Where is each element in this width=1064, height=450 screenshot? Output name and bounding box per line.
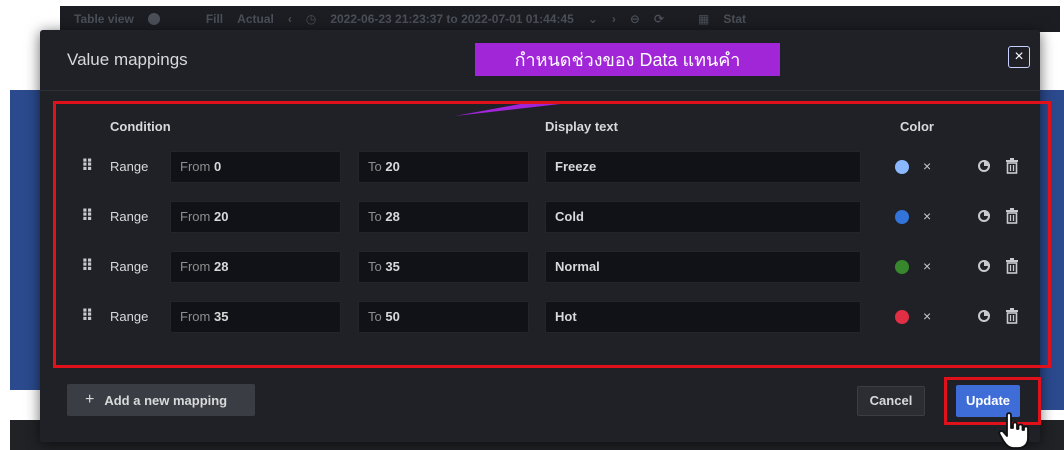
chevron-left-icon: ‹ [287,12,292,26]
condition-type: Range [110,259,149,274]
panel-type-label: Stat [723,12,747,26]
display-text-input[interactable]: Freeze [545,151,861,183]
mapping-row: ⠿ Range From 35 To 50 Hot × [40,301,1040,333]
color-swatch[interactable] [895,210,909,224]
from-prefix: From [180,209,211,224]
condition-type: Range [110,209,149,224]
drag-handle-icon[interactable]: ⠿ [81,259,94,275]
range-to-input[interactable]: To 35 [358,251,529,283]
color-swatch[interactable] [895,260,909,274]
dashboard-panel-left [10,90,44,390]
mapping-row: ⠿ Range From 0 To 20 Freeze × [40,151,1040,183]
clock-icon: ◷ [305,12,317,26]
range-from-input[interactable]: From 20 [170,201,341,233]
range-from-input[interactable]: From 0 [170,151,341,183]
from-value: 20 [213,209,229,224]
chevron-right-icon: › [611,12,616,26]
range-to-input[interactable]: To 50 [358,301,529,333]
drag-handle-icon[interactable]: ⠿ [81,309,94,325]
color-column-header: Color [900,119,934,134]
condition-type: Range [110,309,149,324]
condition-column-header: Condition [110,119,171,134]
add-mapping-button[interactable]: + Add a new mapping [67,384,255,416]
from-prefix: From [180,259,211,274]
dashboard-panel-right [1040,90,1064,410]
to-value: 35 [385,259,400,274]
to-value: 28 [385,209,400,224]
duplicate-icon[interactable] [977,208,991,224]
to-value: 50 [385,309,400,324]
to-prefix: To [368,209,382,224]
stat-panel-icon: ▦ [698,12,710,26]
display-text-input[interactable]: Normal [545,251,861,283]
clear-color-icon[interactable]: × [923,308,931,324]
dashboard-toolbar: Table view Fill Actual ‹ ◷ 2022-06-23 21… [60,6,1060,32]
drag-handle-icon[interactable]: ⠿ [81,209,94,225]
time-range-label: 2022-06-23 21:23:37 to 2022-07-01 01:44:… [330,12,574,26]
range-to-input[interactable]: To 28 [358,201,529,233]
duplicate-icon[interactable] [977,158,991,174]
modal-title: Value mappings [67,50,188,69]
fill-label: Fill [205,12,224,26]
clear-color-icon[interactable]: × [923,258,931,274]
from-prefix: From [180,159,211,174]
clear-color-icon[interactable]: × [923,158,931,174]
to-prefix: To [368,309,382,324]
add-mapping-label: Add a new mapping [104,392,228,408]
color-swatch[interactable] [895,160,909,174]
from-value: 0 [213,159,222,174]
to-prefix: To [368,259,382,274]
trash-icon[interactable] [1005,158,1019,174]
hand-cursor-icon [998,412,1029,449]
display-text-input[interactable]: Hot [545,301,861,333]
callout-label: กำหนดช่วงของ Data แทนคำ [475,43,780,76]
table-view-label: Table view [74,12,134,26]
plus-icon: + [85,391,95,408]
duplicate-icon[interactable] [977,258,991,274]
from-value: 28 [213,259,229,274]
from-prefix: From [180,309,211,324]
condition-type: Range [110,159,149,174]
to-value: 20 [385,159,400,174]
trash-icon[interactable] [1005,308,1019,324]
header-divider [40,90,1040,91]
screenshot-stage: Table view Fill Actual ‹ ◷ 2022-06-23 21… [0,0,1064,450]
actual-label: Actual [237,12,274,26]
display-text-input[interactable]: Cold [545,201,861,233]
refresh-icon: ⟳ [653,12,665,26]
range-to-input[interactable]: To 20 [358,151,529,183]
close-button[interactable]: × [1008,46,1030,68]
trash-icon[interactable] [1005,208,1019,224]
value-mappings-modal: Value mappings × Condition Display text … [40,30,1040,442]
mapping-row: ⠿ Range From 20 To 28 Cold × [40,201,1040,233]
chevron-down-icon: ⌄ [587,12,598,26]
to-prefix: To [368,159,382,174]
color-swatch[interactable] [895,310,909,324]
drag-handle-icon[interactable]: ⠿ [81,159,94,175]
trash-icon[interactable] [1005,258,1019,274]
table-view-toggle [147,13,160,25]
zoom-out-icon: ⊖ [629,12,640,26]
clear-color-icon[interactable]: × [923,208,931,224]
duplicate-icon[interactable] [977,308,991,324]
mapping-row: ⠿ Range From 28 To 35 Normal × [40,251,1040,283]
from-value: 35 [213,309,229,324]
range-from-input[interactable]: From 35 [170,301,341,333]
display-text-column-header: Display text [545,119,618,134]
range-from-input[interactable]: From 28 [170,251,341,283]
cancel-button[interactable]: Cancel [857,386,925,416]
